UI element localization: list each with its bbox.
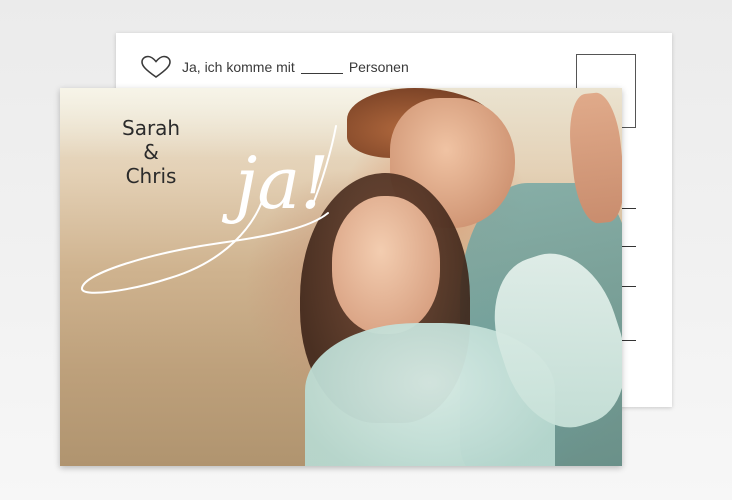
postcard-front-photo: Sarah & Chris ja! (60, 88, 622, 466)
script-ja-text: ja! (221, 141, 329, 225)
rsvp-line: Ja, ich komme mit Personen (140, 53, 409, 81)
rsvp-count-blank (300, 61, 343, 74)
rsvp-prefix: Ja, ich komme mit (182, 59, 295, 75)
script-ja-lettering: ja! (81, 125, 337, 294)
heart-outline-icon (141, 55, 171, 78)
rsvp-suffix: Personen (348, 59, 409, 75)
